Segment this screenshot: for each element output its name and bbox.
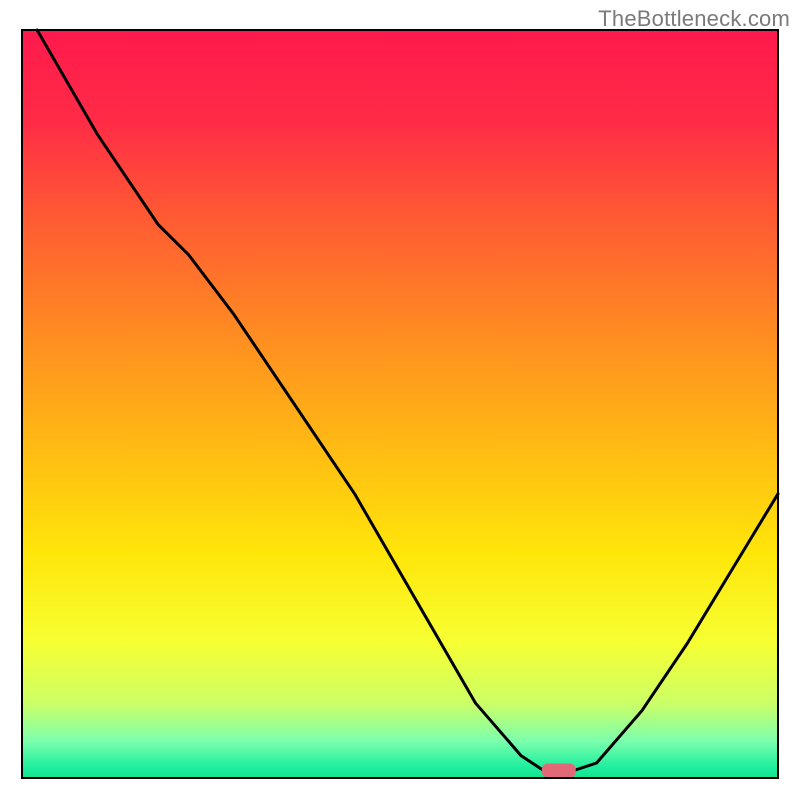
watermark-text: TheBottleneck.com <box>598 6 790 32</box>
chart-svg <box>0 0 800 800</box>
optimal-marker <box>542 764 576 778</box>
chart-container: TheBottleneck.com <box>0 0 800 800</box>
plot-background <box>22 30 778 778</box>
